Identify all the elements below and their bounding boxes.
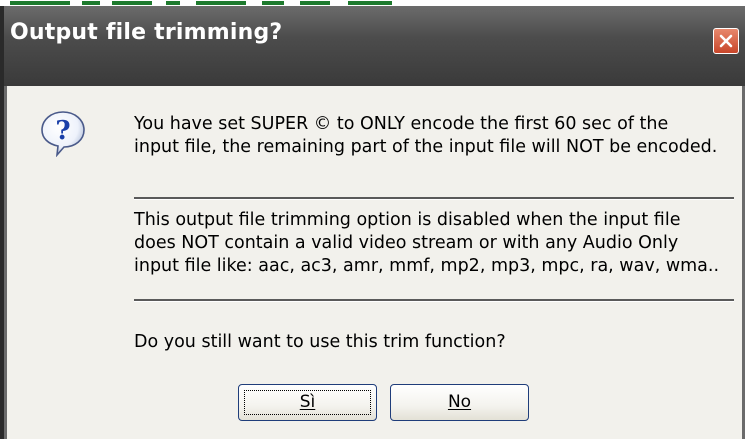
svg-text:?: ? (55, 116, 70, 146)
yes-button-label: Sì (299, 392, 316, 412)
trim-confirm-dialog: Output file trimming? ? You have set SUP… (4, 6, 745, 439)
separator-bottom (134, 299, 734, 302)
background-mark (262, 1, 284, 5)
background-mark (112, 1, 152, 5)
background-mark (196, 1, 246, 5)
note-line-1: This output file trimming option is disa… (134, 210, 681, 230)
yes-button[interactable]: Sì (238, 384, 377, 421)
no-button-label: No (447, 392, 472, 412)
question-icon: ? (41, 111, 85, 157)
background-mark (348, 1, 392, 5)
separator-top (134, 197, 734, 200)
screen: Output file trimming? ? You have set SUP… (0, 0, 745, 439)
dialog-titlebar[interactable]: Output file trimming? (4, 6, 745, 86)
message-line-1: You have set SUPER © to ONLY encode the … (134, 114, 669, 134)
background-mark (300, 1, 330, 5)
question-text: Do you still want to use this trim funct… (134, 332, 506, 352)
message-line-2: input file, the remaining part of the in… (134, 137, 718, 157)
background-mark (166, 1, 180, 5)
background-mark (82, 1, 100, 5)
close-icon (719, 34, 733, 48)
background-mark (10, 1, 70, 5)
note-line-2: does NOT contain a valid video stream or… (134, 233, 679, 253)
no-button[interactable]: No (390, 384, 529, 421)
close-button[interactable] (713, 28, 739, 54)
dialog-body: ? You have set SUPER © to ONLY encode th… (4, 86, 745, 439)
dialog-title: Output file trimming? (10, 20, 283, 45)
note-line-3: input file like: aac, ac3, amr, mmf, mp2… (134, 256, 720, 276)
